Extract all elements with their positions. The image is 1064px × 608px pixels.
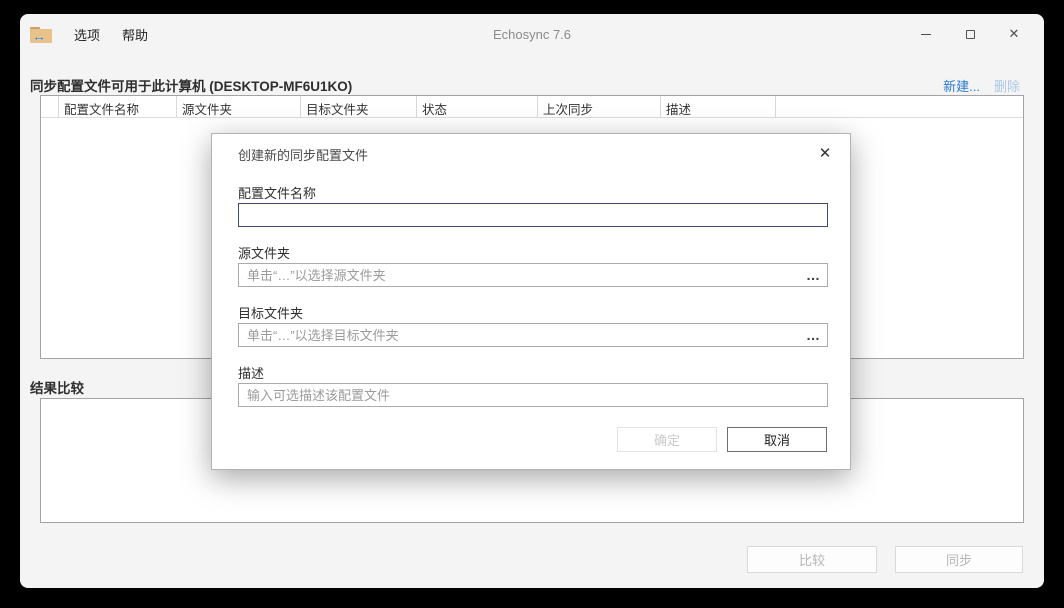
ellipsis-icon: … — [806, 267, 821, 283]
column-last-sync[interactable]: 上次同步 — [538, 96, 661, 117]
profile-actions: 新建... 删除 — [943, 76, 1024, 95]
column-status[interactable]: 状态 — [417, 96, 538, 117]
target-browse-button[interactable]: … — [806, 323, 821, 347]
minimize-button[interactable] — [904, 19, 948, 49]
profile-name-field-wrap — [238, 203, 828, 227]
profile-name-input[interactable] — [238, 203, 828, 227]
column-select[interactable] — [41, 96, 59, 117]
dialog-close-icon: ✕ — [819, 144, 832, 162]
description-field-wrap — [238, 383, 828, 407]
column-description[interactable]: 描述 — [661, 96, 776, 117]
column-empty — [776, 96, 1023, 117]
new-profile-link[interactable]: 新建... — [943, 76, 980, 95]
menu-options[interactable]: 选项 — [67, 22, 107, 47]
cancel-button[interactable]: 取消 — [727, 427, 827, 452]
app-sync-folder-icon: ↔ — [30, 27, 52, 44]
minimize-icon — [921, 34, 931, 35]
description-input[interactable] — [238, 383, 828, 407]
title-bar: ↔ 选项 帮助 Echosync 7.6 ✕ — [20, 14, 1044, 54]
action-buttons: 比较 同步 — [747, 546, 1023, 573]
profile-name-label: 配置文件名称 — [238, 183, 316, 202]
dialog-close-button[interactable]: ✕ — [814, 142, 836, 164]
ok-button[interactable]: 确定 — [617, 427, 717, 452]
menu-help[interactable]: 帮助 — [115, 22, 155, 47]
source-folder-input[interactable] — [238, 263, 828, 287]
profiles-header-title: 同步配置文件可用于此计算机 (DESKTOP-MF6U1KO) — [30, 75, 352, 95]
sync-button[interactable]: 同步 — [895, 546, 1023, 573]
maximize-icon — [966, 30, 975, 39]
profiles-header: 同步配置文件可用于此计算机 (DESKTOP-MF6U1KO) 新建... 删除 — [30, 75, 1024, 95]
dialog-title: 创建新的同步配置文件 — [238, 145, 368, 164]
source-folder-label: 源文件夹 — [238, 243, 290, 262]
column-target-folder[interactable]: 目标文件夹 — [301, 96, 417, 117]
menu-bar: 选项 帮助 — [67, 22, 155, 47]
description-label: 描述 — [238, 363, 264, 382]
results-section-title: 结果比较 — [30, 377, 84, 397]
source-folder-field-wrap: … — [238, 263, 828, 287]
source-browse-button[interactable]: … — [806, 263, 821, 287]
maximize-button[interactable] — [948, 19, 992, 49]
target-folder-input[interactable] — [238, 323, 828, 347]
create-profile-dialog: 创建新的同步配置文件 ✕ 配置文件名称 源文件夹 … 目标文件夹 … 描述 确定… — [211, 133, 851, 470]
column-source-folder[interactable]: 源文件夹 — [177, 96, 301, 117]
window-title: Echosync 7.6 — [20, 27, 1044, 42]
sync-arrow-icon: ↔ — [32, 28, 46, 44]
target-folder-label: 目标文件夹 — [238, 303, 303, 322]
column-profile-name[interactable]: 配置文件名称 — [59, 96, 177, 117]
compare-button[interactable]: 比较 — [747, 546, 877, 573]
target-folder-field-wrap: … — [238, 323, 828, 347]
dialog-buttons: 确定 取消 — [617, 427, 827, 452]
window-controls: ✕ — [904, 19, 1036, 49]
close-button[interactable]: ✕ — [992, 19, 1036, 49]
ellipsis-icon: … — [806, 327, 821, 343]
delete-profile-link[interactable]: 删除 — [994, 76, 1020, 95]
profiles-table-header: 配置文件名称 源文件夹 目标文件夹 状态 上次同步 描述 — [41, 96, 1023, 118]
close-icon: ✕ — [1009, 26, 1020, 42]
